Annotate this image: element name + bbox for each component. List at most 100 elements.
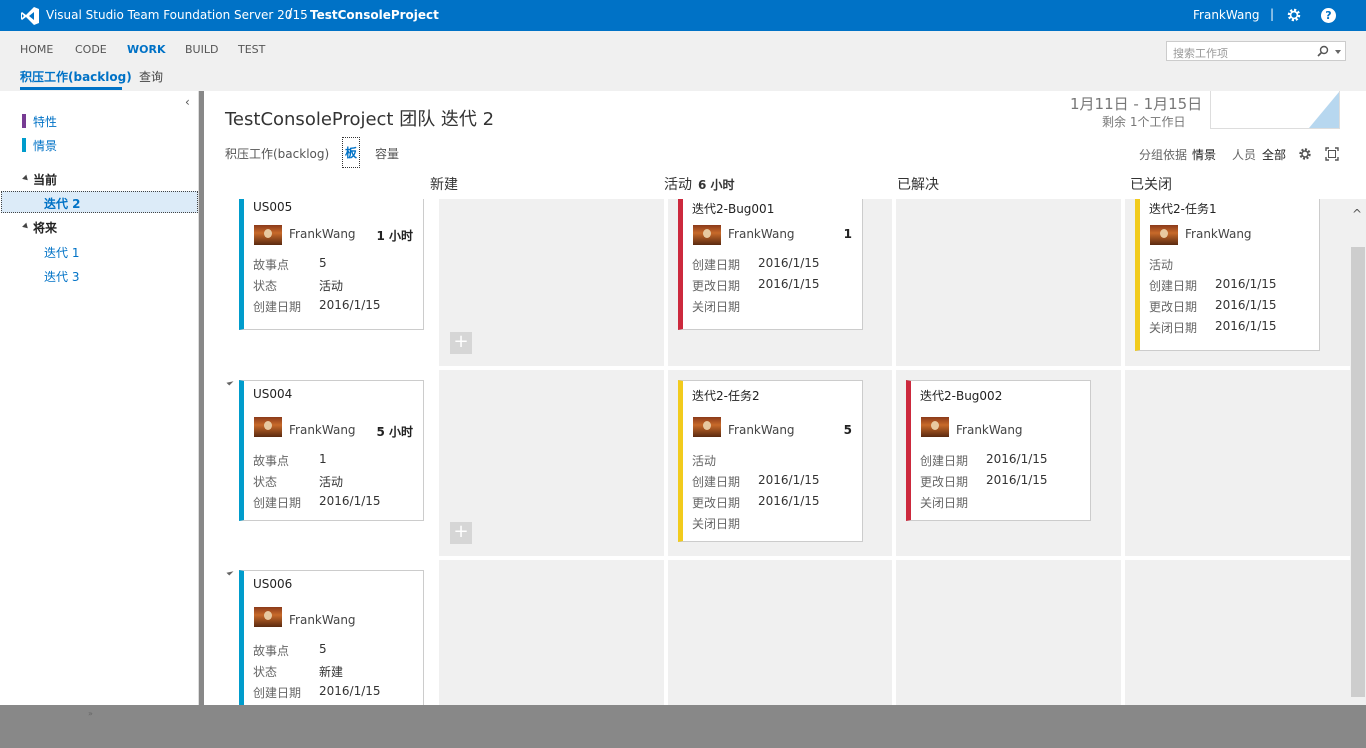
sidebar-item-features[interactable]: 特性	[33, 113, 57, 130]
card-state[interactable]: 活动	[1149, 256, 1173, 273]
task-card-task2[interactable]: 迭代2-任务2 FrankWang 5 活动 创建日期 2016/1/15 更改…	[678, 380, 863, 542]
scroll-up-icon[interactable]: ^	[1352, 207, 1362, 221]
field-value[interactable]: 5	[319, 642, 327, 656]
cell-new[interactable]	[439, 199, 664, 366]
story-card-us004[interactable]: US004 FrankWang 5 小时 故事点 1 状态 活动 创建日期 20…	[239, 380, 424, 521]
field-label: 关闭日期	[1149, 321, 1198, 335]
group-by-selector[interactable]: 情景	[1192, 146, 1216, 163]
card-title[interactable]: US004	[253, 387, 292, 401]
card-owner[interactable]: FrankWang	[728, 423, 795, 437]
tab-queries[interactable]: 查询	[139, 68, 163, 85]
card-state[interactable]: 活动	[692, 452, 716, 469]
cell-new[interactable]	[439, 370, 664, 556]
view-backlog-link[interactable]: 积压工作(backlog)	[225, 145, 329, 162]
card-owner[interactable]: FrankWang	[289, 613, 356, 627]
collapse-row-icon[interactable]	[226, 568, 234, 576]
cell-active[interactable]	[668, 560, 892, 705]
card-remaining-work[interactable]: 5 小时	[376, 423, 413, 440]
field-label: 关闭日期	[692, 300, 741, 314]
story-card-us005[interactable]: US005 FrankWang 1 小时 故事点 5 状态 活动 创建日期 20…	[239, 199, 424, 330]
card-owner[interactable]: FrankWang	[956, 423, 1023, 437]
tab-backlog[interactable]: 积压工作(backlog)	[20, 68, 132, 85]
field-value: 2016/1/15	[319, 684, 381, 698]
add-task-button[interactable]: +	[450, 332, 472, 354]
field-value[interactable]: 活动	[319, 473, 343, 490]
task-card-task1[interactable]: 迭代2-任务1 FrankWang 活动 创建日期 2016/1/15 更改日期…	[1135, 199, 1320, 351]
card-owner[interactable]: FrankWang	[289, 227, 356, 241]
nav-home[interactable]: HOME	[20, 43, 53, 56]
card-title[interactable]: 迭代2-Bug002	[920, 387, 1002, 404]
cell-closed[interactable]	[1125, 560, 1350, 705]
field-value: 2016/1/15	[319, 298, 381, 312]
card-owner[interactable]: FrankWang	[728, 227, 795, 241]
sidebar-item-iteration-1[interactable]: 迭代 1	[44, 244, 79, 261]
sidebar-item-iteration-2[interactable]: 迭代 2	[44, 195, 81, 212]
people-filter-selector[interactable]: 全部	[1262, 146, 1286, 163]
cell-resolved[interactable]	[896, 560, 1121, 705]
expand-future-icon[interactable]	[22, 222, 30, 231]
search-icon[interactable]	[1317, 45, 1329, 57]
selected-iteration-row[interactable]	[1, 191, 198, 213]
bug-card-bug002[interactable]: 迭代2-Bug002 FrankWang 创建日期 2016/1/15 更改日期…	[906, 380, 1091, 521]
people-filter-label: 人员	[1232, 148, 1257, 162]
sidebar-item-stories[interactable]: 情景	[33, 137, 57, 154]
cell-new[interactable]	[439, 560, 664, 705]
field-value: 2016/1/15	[1215, 298, 1277, 312]
field-value: 2016/1/15	[986, 452, 1048, 466]
fullscreen-icon[interactable]	[1325, 147, 1339, 161]
field-value: 2016/1/15	[1215, 319, 1277, 333]
field-value[interactable]: 5	[319, 256, 327, 270]
vertical-scrollbar[interactable]: ^	[1350, 199, 1366, 705]
current-iteration-heading[interactable]: 当前	[33, 171, 57, 188]
sidebar-item-iteration-3[interactable]: 迭代 3	[44, 268, 79, 285]
card-title[interactable]: 迭代2-任务1	[1149, 200, 1217, 217]
field-value: 2016/1/15	[758, 494, 820, 508]
product-name[interactable]: Visual Studio Team Foundation Server 201…	[46, 8, 308, 22]
expand-current-icon[interactable]	[22, 174, 30, 183]
view-capacity-link[interactable]: 容量	[375, 145, 399, 162]
field-label: 创建日期	[1149, 279, 1198, 293]
nav-test[interactable]: TEST	[238, 43, 265, 56]
nav-build[interactable]: BUILD	[185, 43, 218, 56]
group-by-label: 分组依据	[1139, 148, 1188, 162]
story-card-us006[interactable]: US006 FrankWang 故事点 5 状态 新建 创建日期 2016/1/…	[239, 570, 424, 705]
collapse-sidebar-icon[interactable]: ‹	[185, 95, 190, 109]
sidebar-resize-icon[interactable]: »	[88, 709, 93, 718]
card-remaining-work[interactable]: 1	[844, 227, 852, 241]
collapse-row-icon[interactable]	[226, 378, 234, 386]
card-title[interactable]: 迭代2-任务2	[692, 387, 760, 404]
card-remaining-work[interactable]: 5	[844, 423, 852, 437]
future-iterations-heading[interactable]: 将来	[33, 219, 57, 236]
bug-card-bug001[interactable]: 迭代2-Bug001 FrankWang 1 创建日期 2016/1/15 更改…	[678, 199, 863, 330]
settings-gear-icon[interactable]	[1286, 7, 1302, 23]
card-title[interactable]: 迭代2-Bug001	[692, 200, 774, 217]
story-color-marker	[22, 138, 26, 152]
help-icon[interactable]: ?	[1321, 8, 1336, 23]
field-value[interactable]: 活动	[319, 277, 343, 294]
avatar	[254, 417, 282, 437]
view-board-link[interactable]: 板	[342, 137, 361, 168]
search-work-items-input[interactable]: 搜索工作项	[1166, 41, 1346, 61]
burndown-chart-thumbnail[interactable]	[1210, 91, 1340, 129]
nav-code[interactable]: CODE	[75, 43, 107, 56]
visual-studio-logo-icon[interactable]	[20, 6, 40, 26]
card-remaining-work[interactable]: 1 小时	[376, 227, 413, 244]
column-header-new: 新建	[430, 174, 458, 194]
cell-closed[interactable]	[1125, 370, 1350, 556]
search-dropdown-caret-icon[interactable]	[1335, 50, 1341, 54]
card-owner[interactable]: FrankWang	[289, 423, 356, 437]
card-title[interactable]: US006	[253, 577, 292, 591]
cell-resolved[interactable]	[896, 199, 1121, 366]
card-owner[interactable]: FrankWang	[1185, 227, 1252, 241]
field-value[interactable]: 新建	[319, 663, 343, 680]
user-name[interactable]: FrankWang	[1193, 8, 1260, 22]
card-title[interactable]: US005	[253, 200, 292, 214]
scrollbar-thumb[interactable]	[1351, 247, 1365, 697]
add-task-button[interactable]: +	[450, 522, 472, 544]
project-name[interactable]: TestConsoleProject	[310, 8, 439, 22]
remaining-work-days: 剩余 1个工作日	[1102, 115, 1186, 129]
feature-color-marker	[22, 114, 26, 128]
nav-work[interactable]: WORK	[127, 43, 165, 56]
field-value[interactable]: 1	[319, 452, 327, 466]
board-settings-gear-icon[interactable]	[1298, 147, 1312, 161]
